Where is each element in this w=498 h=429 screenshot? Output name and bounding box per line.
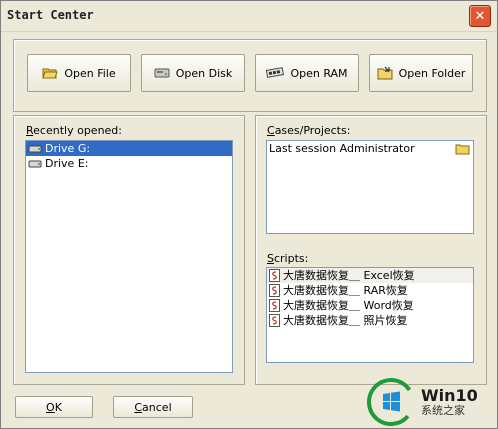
script-icon xyxy=(269,284,280,297)
window-title: Start Center xyxy=(7,8,94,22)
close-button[interactable]: ✕ xyxy=(469,5,491,27)
win10-logo-icon xyxy=(367,378,415,426)
drive-icon xyxy=(28,160,42,167)
script-icon xyxy=(269,269,280,282)
list-item-script-rar[interactable]: 大唐数据恢复＿ RAR恢复 xyxy=(267,283,473,298)
list-item-last-session[interactable]: Last session Administrator xyxy=(267,141,473,156)
ok-button[interactable]: OK xyxy=(15,396,93,418)
recent-list[interactable]: Drive G: Drive E: xyxy=(25,140,233,373)
open-folder-button[interactable]: Open Folder xyxy=(369,54,473,92)
folder-icon xyxy=(377,66,393,80)
recently-opened-label: Recently opened: xyxy=(26,124,122,137)
script-icon xyxy=(269,299,280,312)
list-item-script-word[interactable]: 大唐数据恢复＿ Word恢复 xyxy=(267,298,473,313)
open-folder-label: Open Folder xyxy=(398,66,466,80)
cases-list[interactable]: Last session Administrator xyxy=(266,140,474,234)
list-item-label: Last session Administrator xyxy=(269,142,415,155)
disk-icon xyxy=(154,68,170,78)
open-disk-label: Open Disk xyxy=(175,66,233,80)
watermark: Win10 系统之家 xyxy=(367,377,497,427)
list-item-label: 大唐数据恢复＿ Word恢复 xyxy=(283,299,414,312)
watermark-subtitle: 系统之家 xyxy=(421,403,465,417)
open-ram-button[interactable]: Open RAM xyxy=(255,54,359,92)
list-item-label: Drive E: xyxy=(45,157,89,170)
cases-projects-label: Cases/Projects: xyxy=(267,124,351,137)
scripts-label: Scripts: xyxy=(267,252,309,265)
list-item-script-photo[interactable]: 大唐数据恢复＿ 照片恢复 xyxy=(267,313,473,328)
list-item-label: 大唐数据恢复＿ Excel恢复 xyxy=(283,269,415,282)
drive-icon xyxy=(28,145,42,152)
open-file-label: Open File xyxy=(64,66,116,80)
start-center-window: Start Center ✕ Open File Open Disk Open … xyxy=(0,0,498,429)
folder-icon xyxy=(455,144,470,154)
ok-label: OK xyxy=(46,400,62,414)
list-item-label: 大唐数据恢复＿ RAR恢复 xyxy=(283,284,408,297)
open-ram-label: Open RAM xyxy=(290,66,348,80)
list-item-drive-g[interactable]: Drive G: xyxy=(26,141,232,156)
cancel-label: Cancel xyxy=(134,400,172,414)
close-icon: ✕ xyxy=(474,8,486,24)
ram-icon xyxy=(266,67,285,78)
watermark-title: Win10 xyxy=(421,386,478,406)
title-bar[interactable]: Start Center ✕ xyxy=(1,1,497,32)
scripts-list[interactable]: 大唐数据恢复＿ Excel恢复 大唐数据恢复＿ RAR恢复 大唐数据恢复＿ Wo… xyxy=(266,267,474,363)
list-item-drive-e[interactable]: Drive E: xyxy=(26,156,232,171)
list-item-label: Drive G: xyxy=(45,142,91,155)
open-file-button[interactable]: Open File xyxy=(27,54,131,92)
open-disk-button[interactable]: Open Disk xyxy=(141,54,245,92)
list-item-script-excel[interactable]: 大唐数据恢复＿ Excel恢复 xyxy=(267,268,473,283)
script-icon xyxy=(269,314,280,327)
list-item-label: 大唐数据恢复＿ 照片恢复 xyxy=(283,314,408,327)
cancel-button[interactable]: Cancel xyxy=(113,396,193,418)
open-folder-icon xyxy=(42,68,59,79)
